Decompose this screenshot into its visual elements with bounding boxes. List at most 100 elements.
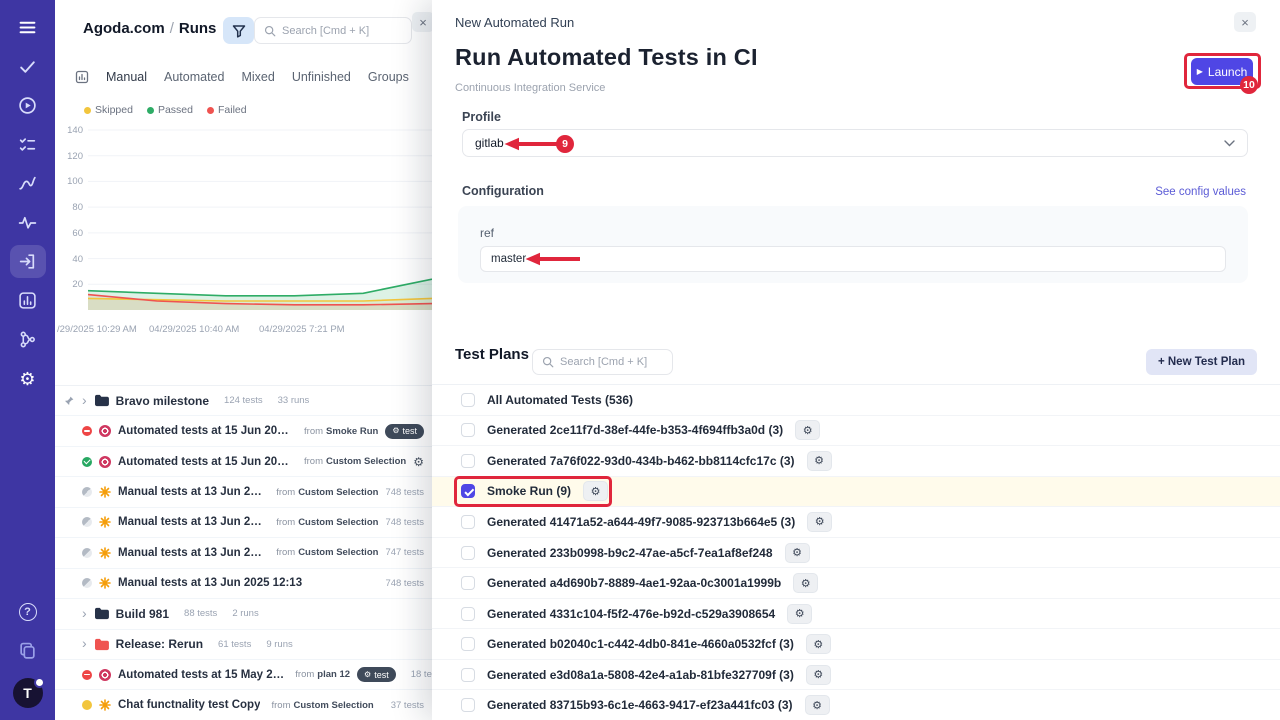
plan-settings-button[interactable]: ⚙: [807, 451, 832, 471]
run-row-manual-1213b[interactable]: Manual tests at 13 Jun 2025 12:13 748 te…: [55, 569, 432, 599]
tab-automated[interactable]: Automated: [164, 70, 224, 84]
plan-row[interactable]: Generated a4d690b7-8889-4ae1-92aa-0c3001…: [432, 568, 1280, 599]
plan-row[interactable]: Generated e3d08a1a-5808-42e4-a1ab-81bfe3…: [432, 660, 1280, 691]
run-folder-title: Release: Rerun: [116, 637, 203, 651]
plan-settings-button[interactable]: ⚙: [583, 481, 608, 501]
run-row-manual-1213a[interactable]: Manual tests at 13 Jun 2025 12:13 fromCu…: [55, 538, 432, 568]
plan-checkbox[interactable]: [461, 607, 475, 621]
profile-select[interactable]: gitlab: [462, 129, 1248, 157]
app-root: ⚙ ? T Agoda.com/Runs × Manual Automated: [0, 0, 1280, 720]
docs-copy-icon[interactable]: [0, 631, 55, 670]
run-row-release-rerun[interactable]: › Release: Rerun 61 tests 9 runs: [55, 630, 432, 660]
tab-mixed[interactable]: Mixed: [241, 70, 274, 84]
folder-icon: [94, 607, 109, 620]
check-icon[interactable]: [0, 47, 55, 86]
runs-panel-close-button[interactable]: ×: [412, 12, 432, 32]
run-row-chat-functionality[interactable]: Chat functnality test Copy fromCustom Se…: [55, 690, 432, 720]
chevron-right-icon[interactable]: ›: [82, 606, 87, 620]
run-row-bravo-milestone[interactable]: › Bravo milestone 124 tests 33 runs: [55, 386, 432, 416]
breadcrumb-project[interactable]: Agoda.com: [83, 20, 165, 37]
run-tests-count: 747 tests: [385, 547, 424, 558]
plan-row[interactable]: Generated 233b0998-b9c2-47ae-a5cf-7ea1af…: [432, 538, 1280, 569]
run-row-automated-1501[interactable]: Automated tests at 15 Jun 2025 15:01 fro…: [55, 447, 432, 477]
run-tests-count: 37 tests: [391, 700, 424, 711]
manual-run-icon: [99, 486, 111, 498]
run-source: fromCustom Selection: [271, 700, 373, 711]
runs-search-input[interactable]: [282, 25, 402, 37]
launch-button[interactable]: ▶ Launch: [1191, 58, 1253, 85]
gear-icon: ⚙: [792, 546, 802, 559]
plan-checkbox[interactable]: [461, 576, 475, 590]
run-tests-count: 18 tests: [411, 669, 432, 680]
plan-row[interactable]: Generated 4331c104-f5f2-476e-b92d-c529a3…: [432, 599, 1280, 630]
plan-settings-button[interactable]: ⚙: [793, 573, 818, 593]
run-source: fromCustom Selection: [304, 456, 406, 467]
run-row-manual-1216[interactable]: Manual tests at 13 Jun 2025 12:16 fromCu…: [55, 508, 432, 538]
plan-checkbox[interactable]: [461, 668, 475, 682]
chevron-right-icon[interactable]: ›: [82, 636, 87, 650]
plan-settings-button[interactable]: ⚙: [795, 420, 820, 440]
pin-icon: [63, 395, 75, 407]
plan-checkbox-checked[interactable]: [461, 484, 475, 498]
plan-settings-button[interactable]: ⚙: [806, 634, 831, 654]
test-runs-icon[interactable]: [0, 125, 55, 164]
plan-row[interactable]: Generated 83715b93-6c1e-4663-9417-ef23a4…: [432, 690, 1280, 720]
plan-row[interactable]: Generated b02040c1-c442-4db0-841e-4660a0…: [432, 629, 1280, 660]
plan-row-all-automated[interactable]: All Automated Tests (536): [432, 385, 1280, 416]
plan-settings-button[interactable]: ⚙: [807, 512, 832, 532]
report-icon: [75, 70, 89, 84]
filter-button[interactable]: [223, 17, 254, 44]
plan-row[interactable]: Generated 2ce11f7d-38ef-44fe-b353-4f694f…: [432, 416, 1280, 447]
plan-checkbox[interactable]: [461, 423, 475, 437]
run-row-build-981[interactable]: › Build 981 88 tests 2 runs: [55, 599, 432, 629]
gear-icon[interactable]: ⚙: [413, 455, 424, 469]
test-badge[interactable]: ⚙test: [357, 667, 396, 682]
tab-groups[interactable]: Groups: [368, 70, 409, 84]
chevron-right-icon[interactable]: ›: [82, 393, 87, 407]
run-title: Manual tests at 13 Jun 2025 12:13: [118, 577, 302, 589]
gear-icon: ⚙: [812, 699, 822, 712]
plan-row[interactable]: Generated 7a76f022-93d0-434b-b462-bb8114…: [432, 446, 1280, 477]
profile-selected-value: gitlab: [475, 136, 504, 150]
help-icon[interactable]: ?: [0, 592, 55, 631]
runs-search[interactable]: [254, 17, 412, 44]
reports-icon[interactable]: [0, 281, 55, 320]
plan-checkbox[interactable]: [461, 515, 475, 529]
run-list: › Bravo milestone 124 tests 33 runs Auto…: [55, 385, 432, 720]
menu-icon[interactable]: [0, 8, 55, 47]
plan-settings-button[interactable]: ⚙: [787, 604, 812, 624]
tab-manual[interactable]: Manual: [106, 70, 147, 84]
analytics-icon[interactable]: [0, 164, 55, 203]
plan-checkbox[interactable]: [461, 393, 475, 407]
plan-row[interactable]: Generated 41471a52-a644-49f7-9085-923713…: [432, 507, 1280, 538]
ref-input[interactable]: [480, 246, 1226, 272]
plan-row-smoke-run[interactable]: Smoke Run (9) ⚙: [432, 477, 1280, 508]
plan-settings-button[interactable]: ⚙: [805, 695, 830, 715]
tab-unfinished[interactable]: Unfinished: [292, 70, 351, 84]
plan-settings-button[interactable]: ⚙: [806, 665, 831, 685]
plan-checkbox[interactable]: [461, 698, 475, 712]
activity-icon[interactable]: [0, 203, 55, 242]
new-test-plan-button[interactable]: + New Test Plan: [1146, 349, 1257, 375]
drawer-header-title: New Automated Run: [455, 15, 574, 30]
branches-icon[interactable]: [0, 320, 55, 359]
plan-checkbox[interactable]: [461, 637, 475, 651]
test-badge[interactable]: ⚙test: [385, 424, 424, 439]
plan-checkbox[interactable]: [461, 546, 475, 560]
drawer-close-button[interactable]: ×: [1234, 12, 1256, 32]
play-circle-icon[interactable]: [0, 86, 55, 125]
import-icon[interactable]: [10, 245, 46, 278]
run-row-manual-1217[interactable]: Manual tests at 13 Jun 2025 12:17 fromCu…: [55, 477, 432, 507]
folder-tests-count: 124 tests: [224, 395, 263, 406]
plan-settings-button[interactable]: ⚙: [785, 543, 810, 563]
user-avatar[interactable]: T: [13, 678, 43, 708]
gear-icon: ⚙: [392, 427, 399, 435]
test-plans-search[interactable]: [532, 349, 673, 375]
settings-gear-icon[interactable]: ⚙: [0, 359, 55, 398]
run-row-automated-1508[interactable]: Automated tests at 15 Jun 2025 15:08 fro…: [55, 416, 432, 446]
see-config-values-link[interactable]: See config values: [1155, 186, 1246, 198]
run-row-automated-may[interactable]: Automated tests at 15 May 2025 12:32 fro…: [55, 660, 432, 690]
plan-checkbox[interactable]: [461, 454, 475, 468]
test-plans-search-input[interactable]: [560, 356, 663, 368]
automated-run-icon: [99, 669, 111, 681]
